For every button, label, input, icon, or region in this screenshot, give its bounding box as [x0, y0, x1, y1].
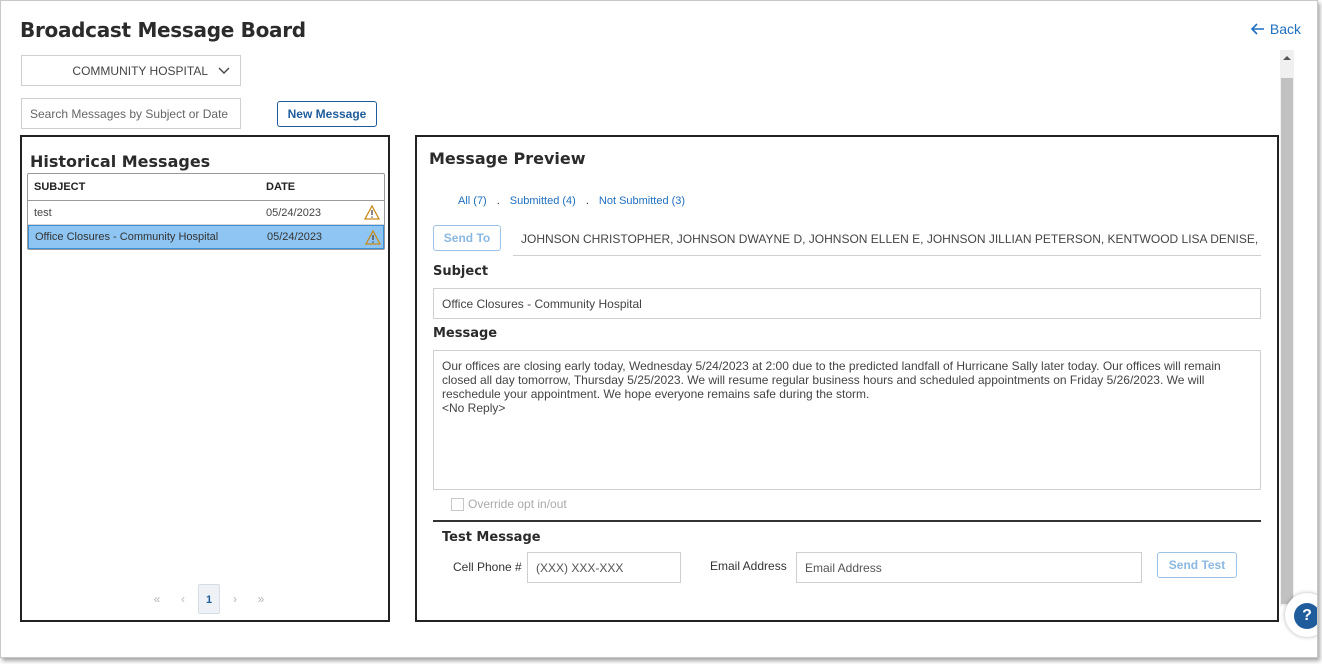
table-row[interactable]: test 05/24/2023 [28, 201, 384, 225]
recipient-filters: All (7) . Submitted (4) . Not Submitted … [458, 195, 685, 207]
prev-page-icon[interactable]: ‹ [170, 592, 196, 606]
override-opt-checkbox[interactable]: Override opt in/out [451, 497, 567, 511]
email-input[interactable] [796, 552, 1142, 583]
cell-phone-input[interactable] [527, 552, 681, 583]
section-divider [433, 520, 1261, 522]
row-date: 05/24/2023 [267, 231, 323, 243]
filter-not-submitted[interactable]: Not Submitted (3) [599, 195, 685, 207]
first-page-icon[interactable]: « [144, 592, 170, 606]
send-to-button[interactable]: Send To [433, 225, 501, 251]
warning-icon [365, 230, 381, 245]
send-test-button[interactable]: Send Test [1157, 552, 1237, 578]
scroll-up-arrow-icon[interactable] [1282, 53, 1292, 63]
last-page-icon[interactable]: » [248, 592, 274, 606]
next-page-icon[interactable]: › [222, 592, 248, 606]
subject-label: Subject [433, 264, 489, 279]
recipients-field[interactable]: JOHNSON CHRISTOPHER, JOHNSON DWAYNE D, J… [513, 225, 1261, 256]
row-date: 05/24/2023 [266, 206, 322, 219]
table-header: SUBJECT DATE [28, 174, 384, 201]
filter-all[interactable]: All (7) [458, 195, 487, 207]
table-row-selected[interactable]: Office Closures - Community Hospital 05/… [28, 225, 384, 249]
page-number-current[interactable]: 1 [198, 584, 220, 614]
override-label: Override opt in/out [468, 497, 567, 511]
historical-messages-title: Historical Messages [30, 152, 211, 171]
message-preview-title: Message Preview [429, 149, 586, 168]
pagination: « ‹ 1 › » [144, 584, 274, 614]
warning-icon [364, 205, 380, 220]
arrow-left-icon [1250, 23, 1264, 35]
facility-select[interactable]: COMMUNITY HOSPITAL [21, 55, 241, 86]
chevron-down-icon [218, 67, 230, 74]
page-title: Broadcast Message Board [20, 18, 306, 42]
filter-submitted[interactable]: Submitted (4) [510, 195, 576, 207]
message-label: Message [433, 326, 498, 341]
facility-selected-value: COMMUNITY HOSPITAL [72, 63, 208, 78]
cell-phone-label: Cell Phone # [453, 560, 522, 574]
checkbox-box[interactable] [451, 497, 464, 511]
filter-separator: . [585, 195, 589, 207]
filter-separator: . [496, 195, 500, 207]
row-subject: test [34, 206, 52, 219]
message-textarea[interactable]: Our offices are closing early today, Wed… [433, 350, 1261, 490]
new-message-button[interactable]: New Message [277, 101, 377, 127]
back-link[interactable]: Back [1250, 21, 1301, 37]
email-label: Email Address [710, 559, 787, 573]
historical-messages-table: SUBJECT DATE test 05/24/2023 Office Clos… [27, 173, 385, 250]
search-input[interactable] [21, 98, 241, 129]
scrollbar-thumb[interactable] [1281, 78, 1293, 604]
column-header-subject[interactable]: SUBJECT [28, 181, 266, 193]
back-label: Back [1269, 21, 1301, 37]
help-icon: ? [1294, 603, 1317, 629]
help-button[interactable]: ? [1285, 593, 1317, 637]
column-header-date[interactable]: DATE [266, 181, 295, 193]
test-message-title: Test Message [442, 530, 541, 545]
page-scrollbar[interactable] [1280, 50, 1294, 606]
app-window: Broadcast Message Board Back COMMUNITY H… [0, 0, 1318, 658]
row-subject: Office Closures - Community Hospital [35, 231, 219, 243]
historical-messages-panel: Historical Messages SUBJECT DATE test 05… [20, 135, 390, 622]
subject-input[interactable] [433, 288, 1261, 319]
message-preview-panel: Message Preview All (7) . Submitted (4) … [415, 135, 1279, 622]
